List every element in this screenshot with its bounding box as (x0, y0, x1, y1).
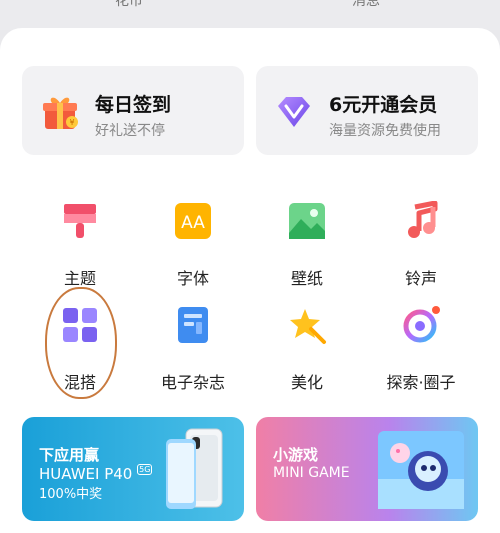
huawei-promo-banner[interactable]: 下应用赢 HUAWEI P40 5G 100%中奖 (22, 417, 244, 521)
game-character-image (378, 431, 464, 509)
star-wand-icon (290, 309, 326, 344)
svg-text:¥: ¥ (69, 118, 74, 127)
menu-sheet: ¥ 每日签到 好礼送不停 6元开通会员 海量资源免费使用 主题 AA 字体 壁纸… (0, 28, 500, 533)
mini-game-banner[interactable]: 小游戏 MINI GAME (256, 417, 478, 521)
daily-signin-card[interactable]: ¥ 每日签到 好礼送不停 (22, 66, 244, 155)
banner-line2: MINI GAME (273, 465, 350, 481)
grid-item-magazine[interactable]: 电子杂志 (138, 305, 248, 393)
magazine-icon (178, 307, 208, 343)
brush-icon (64, 204, 96, 238)
grid-label: 电子杂志 (160, 373, 225, 392)
top-right-label[interactable]: 消息 (352, 0, 380, 10)
grid-item-explore[interactable]: 探索·圈子 (366, 305, 476, 393)
diamond-icon (278, 97, 310, 127)
grid-label: 美化 (290, 373, 323, 392)
banner-line2: HUAWEI P40 5G (39, 464, 153, 483)
music-note-icon (408, 200, 438, 238)
5g-badge: 5G (137, 464, 153, 475)
phone-image (166, 428, 223, 509)
grid-item-wallpaper[interactable]: 壁纸 (252, 201, 362, 289)
top-bar: 花币 消息 (0, 0, 500, 30)
font-icon: AA (175, 203, 211, 239)
card-title: 6元开通会员 (329, 94, 438, 116)
grid-item-theme[interactable]: 主题 (25, 201, 135, 289)
grid-label: 壁纸 (290, 269, 323, 288)
grid-item-ringtone[interactable]: 铃声 (366, 200, 476, 289)
grid-item-font[interactable]: AA 字体 (138, 201, 248, 289)
ring-icon (403, 306, 440, 343)
grid-label: 铃声 (404, 269, 437, 288)
banner-line1: 小游戏 (273, 446, 319, 464)
card-subtitle: 海量资源免费使用 (329, 123, 441, 139)
grid-label: 探索·圈子 (386, 373, 456, 392)
card-subtitle: 好礼送不停 (95, 123, 165, 139)
banner-line3: 100%中奖 (39, 487, 103, 502)
svg-text:AA: AA (181, 213, 205, 233)
banner-line1: 下应用赢 (39, 446, 100, 464)
wallpaper-icon (289, 203, 325, 239)
gift-icon: ¥ (43, 97, 78, 129)
grid-item-beautify[interactable]: 美化 (252, 305, 362, 393)
grid-label: 字体 (176, 269, 209, 288)
annotation-circle (45, 287, 117, 399)
top-left-label[interactable]: 花币 (115, 0, 143, 10)
grid-label: 主题 (63, 269, 96, 288)
card-title: 每日签到 (95, 94, 172, 116)
vip-card[interactable]: 6元开通会员 海量资源免费使用 (256, 66, 478, 155)
